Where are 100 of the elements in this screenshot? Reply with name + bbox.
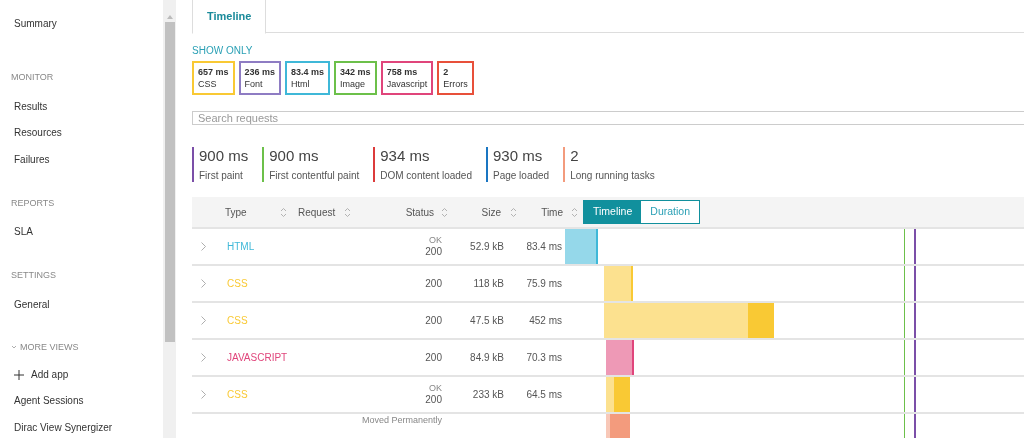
type-label: CSS xyxy=(227,277,248,291)
status-code: 200 xyxy=(425,351,442,364)
time-value: 83.4 ms xyxy=(526,240,562,254)
sort-icon[interactable] xyxy=(510,206,517,218)
section-toggle[interactable]: MORE VIEWS xyxy=(11,340,79,354)
column-header[interactable]: Status xyxy=(405,204,434,220)
expand-chevron-icon[interactable] xyxy=(201,390,206,399)
sidebar-link[interactable]: Results xyxy=(14,98,48,114)
sidebar-link[interactable]: Agent Sessions xyxy=(14,393,84,409)
sidebar-link[interactable]: SLA xyxy=(14,224,33,240)
marker-line xyxy=(914,303,916,338)
sidebar-link[interactable]: Dirac View Synergizer xyxy=(14,419,113,435)
chip-value: 83.4 ms xyxy=(291,66,325,78)
size-value: 233 kB xyxy=(472,388,504,402)
section-heading: MONITOR xyxy=(11,71,54,84)
status-text: Moved Permanently xyxy=(361,415,442,426)
type-label: JAVASCRIPT xyxy=(227,351,288,365)
marker-line xyxy=(904,303,905,338)
section-heading: SETTINGS xyxy=(11,269,56,282)
time-value: 452 ms xyxy=(529,314,562,328)
expand-chevron-icon[interactable] xyxy=(201,316,206,325)
chip-label: Font xyxy=(244,78,263,90)
marker-line xyxy=(904,266,905,301)
waterfall-bar xyxy=(606,340,634,375)
status-code: 200 xyxy=(425,394,442,406)
scroll-up-icon[interactable] xyxy=(166,15,173,19)
marker-line xyxy=(914,377,916,412)
sort-icon[interactable] xyxy=(344,206,352,218)
view-toggle-button[interactable]: Timeline xyxy=(584,201,642,223)
column-header[interactable]: Size xyxy=(481,204,501,220)
column-header[interactable]: Request xyxy=(298,204,336,220)
filter-chip[interactable]: 236 ms Font xyxy=(238,61,282,95)
show-only-label: SHOW ONLY xyxy=(192,44,253,58)
metric-label: Page loaded xyxy=(492,169,550,182)
status-code: 200 xyxy=(425,277,442,290)
chip-value: 657 ms xyxy=(198,66,229,78)
sort-icon[interactable] xyxy=(441,206,448,218)
metric-value: 900 ms xyxy=(199,147,249,164)
marker-line xyxy=(914,229,916,264)
size-value: 118 kB xyxy=(473,277,504,291)
chip-label: Html xyxy=(291,78,310,90)
plus-icon xyxy=(14,369,24,380)
status-text: OK xyxy=(429,383,442,394)
section-heading: REPORTS xyxy=(11,196,55,210)
metric-label: First paint xyxy=(199,169,244,182)
expand-chevron-icon[interactable] xyxy=(201,242,206,251)
sort-icon[interactable] xyxy=(280,206,287,218)
expand-chevron-icon[interactable] xyxy=(201,353,206,362)
marker-line xyxy=(914,340,916,375)
status-code: 200 xyxy=(425,246,442,258)
filter-chip[interactable]: 758 ms Javascript xyxy=(380,61,434,95)
chip-value: 758 ms xyxy=(386,66,418,78)
sidebar-link[interactable]: Summary xyxy=(14,16,57,31)
sidebar-link[interactable]: Resources xyxy=(14,125,62,141)
chip-label: Image xyxy=(340,78,366,90)
filter-chip[interactable]: 657 ms CSS xyxy=(192,61,235,95)
status-code: 200 xyxy=(425,314,442,327)
caret-icon xyxy=(11,344,17,351)
time-value: 64.5 ms xyxy=(526,388,562,402)
metric-label: DOM content loaded xyxy=(380,169,472,182)
sort-icon[interactable] xyxy=(571,206,578,218)
waterfall-bar xyxy=(606,377,630,412)
marker-line xyxy=(904,229,905,264)
type-label: HTML xyxy=(227,240,255,254)
size-value: 84.9 kB xyxy=(470,351,504,365)
column-header[interactable]: Type xyxy=(225,204,247,220)
marker-line xyxy=(904,340,905,375)
chip-label: Javascript xyxy=(386,78,428,90)
tab[interactable]: Timeline xyxy=(192,0,267,34)
search-field[interactable]: Search requests xyxy=(192,111,1024,125)
time-value: 70.3 ms xyxy=(526,351,562,365)
column-header[interactable]: Time xyxy=(541,204,563,220)
waterfall-bar xyxy=(565,229,598,264)
waterfall-bar xyxy=(604,266,633,301)
add-app-link[interactable]: Add app xyxy=(0,361,163,388)
marker-line xyxy=(914,266,916,301)
chip-value: 236 ms xyxy=(244,66,276,78)
metric-value: 934 ms xyxy=(380,147,431,164)
metric-label: Long running tasks xyxy=(570,169,655,182)
filter-chip[interactable]: 2 Errors xyxy=(437,61,474,95)
marker-line xyxy=(904,377,905,412)
filter-chip[interactable]: 342 ms Image xyxy=(334,61,377,95)
metric-value: 930 ms xyxy=(492,147,544,164)
chip-label: CSS xyxy=(198,78,217,90)
type-label: CSS xyxy=(227,314,248,328)
metric-value: 2 xyxy=(570,147,580,164)
sidebar-link[interactable]: Failures xyxy=(14,151,50,167)
scrollbar-thumb[interactable] xyxy=(164,22,175,342)
scrollbar[interactable] xyxy=(163,0,176,438)
chip-label: Errors xyxy=(443,78,468,90)
chip-value: 2 xyxy=(443,66,449,78)
size-value: 52.9 kB xyxy=(470,240,504,254)
filter-chip[interactable]: 83.4 ms Html xyxy=(285,61,331,95)
type-label: CSS xyxy=(227,388,248,402)
sidebar-link[interactable]: General xyxy=(14,296,50,312)
metric-label: First contentful paint xyxy=(269,169,360,182)
expand-chevron-icon[interactable] xyxy=(201,279,206,288)
size-value: 47.5 kB xyxy=(470,314,504,328)
chip-value: 342 ms xyxy=(340,66,371,78)
status-text: OK xyxy=(429,235,442,246)
